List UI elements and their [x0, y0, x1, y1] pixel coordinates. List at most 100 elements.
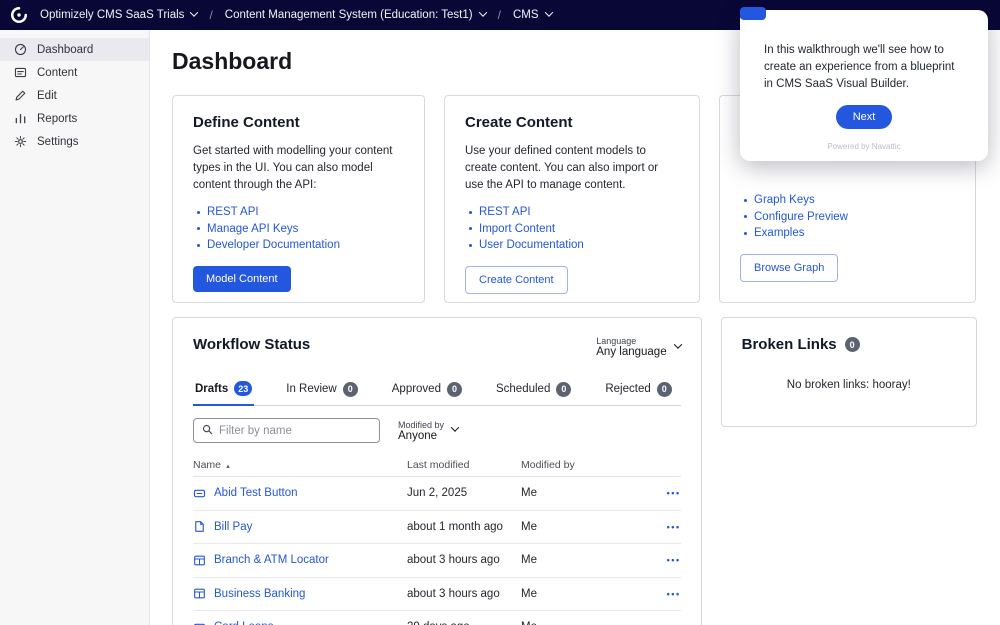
- list-item: Import Content: [469, 221, 679, 238]
- breadcrumb-product[interactable]: CMS: [513, 9, 552, 21]
- row-overflow-menu[interactable]: •••: [655, 522, 681, 532]
- bullet-icon: [744, 232, 747, 235]
- rest-api-link[interactable]: REST API: [479, 204, 531, 221]
- content-item-link[interactable]: Abid Test Button: [214, 487, 298, 499]
- button-icon: [193, 487, 206, 500]
- list-item: Graph Keys: [744, 192, 955, 209]
- tab-label: Rejected: [605, 383, 650, 395]
- tab-count-badge: 0: [657, 382, 672, 397]
- content-icon: [14, 66, 28, 79]
- card-body-text: Get started with modelling your content …: [193, 143, 404, 194]
- tab-label: Drafts: [195, 383, 228, 395]
- filter-by-name-search[interactable]: [193, 418, 380, 443]
- column-name[interactable]: Name▲: [193, 459, 407, 471]
- tab-scheduled[interactable]: Scheduled 0: [494, 375, 573, 405]
- popup-corner-accent: [740, 7, 766, 20]
- define-content-links: REST API Manage API Keys Developer Docum…: [197, 204, 404, 254]
- rest-api-link[interactable]: REST API: [207, 204, 259, 221]
- bullet-icon: [197, 227, 200, 230]
- broken-links-count-badge: 0: [845, 337, 860, 352]
- table-row: Abid Test Button Jun 2, 2025 Me •••: [193, 477, 681, 511]
- walkthrough-text: In this walkthrough we'll see how to cre…: [764, 42, 964, 93]
- column-modified-by[interactable]: Modified by: [521, 459, 655, 471]
- filter-input[interactable]: [219, 425, 371, 437]
- model-content-button[interactable]: Model Content: [193, 266, 291, 292]
- modified-by-select[interactable]: Modified by Anyone: [398, 420, 458, 442]
- define-content-card: Define Content Get started with modellin…: [172, 95, 425, 303]
- chevron-down-icon: [451, 423, 459, 431]
- bottom-cards-row: Workflow Status Language Any language Dr…: [172, 317, 977, 625]
- modified-by-cell: Me: [521, 521, 655, 533]
- tab-approved[interactable]: Approved 0: [390, 375, 464, 405]
- list-item: REST API: [469, 204, 679, 221]
- graph-keys-link[interactable]: Graph Keys: [754, 192, 815, 209]
- create-content-button[interactable]: Create Content: [465, 266, 568, 294]
- create-content-links: REST API Import Content User Documentati…: [469, 204, 679, 254]
- table-row: Card Loans 29 days ago Me •••: [193, 611, 681, 625]
- breadcrumb-account-label: Optimizely CMS SaaS Trials: [40, 9, 184, 21]
- create-content-card: Create Content Use your defined content …: [444, 95, 700, 303]
- modified-by-cell: Me: [521, 588, 655, 600]
- content-item-link[interactable]: Branch & ATM Locator: [214, 554, 329, 566]
- tab-label: Scheduled: [496, 383, 550, 395]
- sidebar-item-label: Content: [37, 67, 77, 79]
- last-modified-cell: 29 days ago: [407, 621, 521, 625]
- bullet-icon: [744, 199, 747, 202]
- sidebar-item-dashboard[interactable]: Dashboard: [0, 38, 149, 61]
- page-icon: [193, 520, 206, 533]
- configure-preview-link[interactable]: Configure Preview: [754, 209, 848, 226]
- card-title: Define Content: [193, 114, 404, 131]
- breadcrumb-separator: /: [209, 8, 212, 22]
- bullet-icon: [744, 215, 747, 218]
- optimizely-logo-icon[interactable]: [10, 6, 28, 24]
- list-item: Configure Preview: [744, 209, 955, 226]
- powered-by-navattic-label: Powered by Navattic: [764, 142, 964, 151]
- language-value: Any language: [596, 346, 666, 358]
- language-label: Language: [596, 336, 636, 346]
- sidebar-item-settings[interactable]: Settings: [0, 130, 149, 153]
- settings-icon: [14, 135, 28, 148]
- breadcrumb-project[interactable]: Content Management System (Education: Te…: [225, 9, 486, 21]
- walkthrough-popup: In this walkthrough we'll see how to cre…: [740, 10, 988, 161]
- developer-documentation-link[interactable]: Developer Documentation: [207, 237, 340, 254]
- tab-count-badge: 0: [556, 382, 571, 397]
- list-item: User Documentation: [469, 237, 679, 254]
- tab-label: In Review: [286, 383, 337, 395]
- sort-asc-icon: ▲: [225, 464, 231, 470]
- user-documentation-link[interactable]: User Documentation: [479, 237, 584, 254]
- last-modified-cell: about 3 hours ago: [407, 588, 521, 600]
- tab-count-badge: 23: [234, 381, 252, 396]
- search-icon: [202, 422, 213, 440]
- language-select[interactable]: Language Any language: [596, 336, 680, 358]
- sidebar-item-label: Reports: [37, 113, 77, 125]
- breadcrumb-account[interactable]: Optimizely CMS SaaS Trials: [40, 9, 197, 21]
- tab-in-review[interactable]: In Review 0: [284, 375, 360, 405]
- dashboard-icon: [14, 43, 28, 56]
- reports-icon: [14, 112, 28, 125]
- breadcrumb-project-label: Content Management System (Education: Te…: [225, 9, 473, 21]
- breadcrumb-separator: /: [498, 8, 501, 22]
- content-item-link[interactable]: Card Loans: [214, 621, 273, 625]
- sidebar-item-content[interactable]: Content: [0, 61, 149, 84]
- tab-count-badge: 0: [447, 382, 462, 397]
- row-overflow-menu[interactable]: •••: [655, 488, 681, 498]
- tab-drafts[interactable]: Drafts 23: [193, 375, 254, 406]
- examples-link[interactable]: Examples: [754, 225, 805, 242]
- bullet-icon: [197, 244, 200, 247]
- column-last-modified[interactable]: Last modified: [407, 459, 521, 471]
- row-overflow-menu[interactable]: •••: [655, 589, 681, 599]
- tab-rejected[interactable]: Rejected 0: [603, 375, 673, 405]
- sidebar-item-edit[interactable]: Edit: [0, 84, 149, 107]
- content-item-link[interactable]: Bill Pay: [214, 521, 252, 533]
- manage-api-keys-link[interactable]: Manage API Keys: [207, 221, 298, 238]
- sidebar-item-reports[interactable]: Reports: [0, 107, 149, 130]
- import-content-link[interactable]: Import Content: [479, 221, 555, 238]
- table-icon: [193, 554, 206, 567]
- content-item-link[interactable]: Business Banking: [214, 588, 305, 600]
- last-modified-cell: about 3 hours ago: [407, 554, 521, 566]
- next-button[interactable]: Next: [836, 105, 893, 129]
- graph-links: Graph Keys Configure Preview Examples: [744, 192, 955, 242]
- button-icon: [193, 621, 206, 625]
- browse-graph-button[interactable]: Browse Graph: [740, 254, 838, 282]
- row-overflow-menu[interactable]: •••: [655, 555, 681, 565]
